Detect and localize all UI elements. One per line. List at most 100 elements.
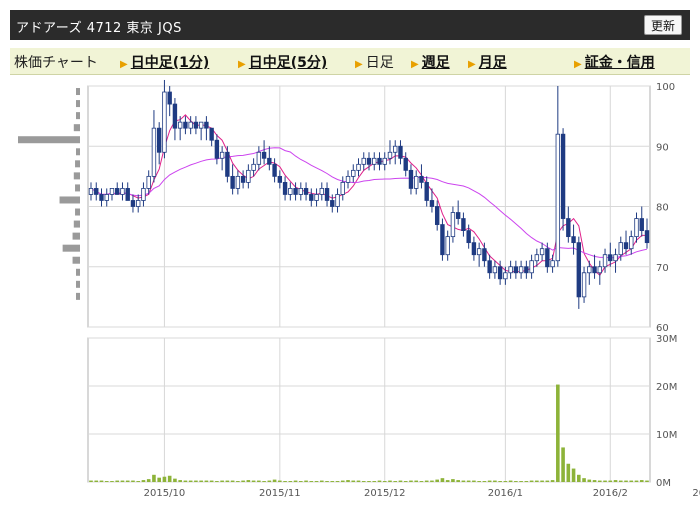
- volume-bar: [346, 480, 350, 482]
- volume-tick-label: 20M: [656, 382, 677, 393]
- volume-tick-label: 10M: [656, 430, 677, 441]
- volume-profile-bar: [76, 112, 80, 120]
- volume-bar: [377, 480, 382, 482]
- volume-tick-label: 0M: [656, 478, 671, 489]
- volume-bar: [110, 481, 114, 482]
- volume-bar: [304, 480, 308, 482]
- candle-body: [356, 163, 361, 171]
- candle-body: [319, 188, 324, 195]
- candle-body: [340, 181, 345, 195]
- nav-weekly[interactable]: ▶ 週足: [411, 52, 450, 72]
- candle-body: [282, 181, 288, 195]
- refresh-button[interactable]: 更新: [643, 15, 682, 35]
- volume-bar: [209, 480, 214, 482]
- candle-body: [529, 260, 534, 274]
- candle-body: [429, 200, 435, 207]
- volume-profile: [18, 88, 80, 300]
- volume-profile-bar: [18, 136, 80, 144]
- volume-bar: [241, 480, 245, 482]
- candle-body: [482, 248, 487, 262]
- chart-section-label: 株価チャート: [14, 55, 98, 71]
- candle-body: [146, 175, 151, 189]
- volume-profile-bar: [75, 208, 80, 216]
- volume-profile-bar: [75, 184, 80, 192]
- volume-bar: [204, 480, 209, 482]
- candle-body: [261, 151, 267, 159]
- volume-axis-labels: 30M 20M 10M 0M: [656, 334, 677, 489]
- volume-bar: [188, 480, 193, 482]
- candle-body: [398, 145, 403, 159]
- volume-bar: [230, 480, 235, 482]
- volume-bar: [251, 480, 256, 482]
- volume-profile-bar: [62, 244, 80, 252]
- volume-grid: [87, 337, 651, 483]
- chart-nav-bar: 株価チャート ▶ 日中足(1分) ▶ 日中足(5分) ▶ 日足 ▶ 週足 ▶ 月足 ▶ 証金…: [10, 48, 690, 75]
- nav-intraday-1min[interactable]: ▶ 日中足(1分): [120, 52, 209, 72]
- volume-bar: [278, 480, 282, 482]
- candle-body: [345, 175, 351, 183]
- nav-margin-credit[interactable]: ▶ 証金・信用: [574, 52, 655, 72]
- candle-body: [156, 127, 162, 153]
- volume-bar: [556, 384, 560, 482]
- volume-bar: [120, 480, 125, 482]
- candle-body: [172, 103, 178, 129]
- candle-body: [94, 188, 99, 195]
- volume-bar: [445, 480, 450, 482]
- volume-bar: [272, 479, 277, 482]
- volume-bar: [618, 480, 623, 482]
- candle-body: [508, 266, 513, 274]
- volume-bar: [545, 480, 550, 482]
- candle-body: [487, 260, 492, 274]
- candle-body: [524, 266, 529, 274]
- price-tick-label: 70: [656, 263, 669, 274]
- candle-body: [214, 139, 220, 159]
- volume-bar: [178, 480, 182, 482]
- volume-profile-bar: [76, 88, 80, 96]
- candle-body: [162, 91, 167, 153]
- volume-bar: [582, 478, 586, 482]
- volume-bar: [162, 476, 167, 482]
- arrow-right-icon: ▶: [411, 59, 419, 70]
- arrow-right-icon: ▶: [574, 59, 582, 70]
- nav-monthly[interactable]: ▶ 月足: [468, 52, 507, 72]
- volume-bar: [94, 480, 99, 482]
- volume-bar: [398, 480, 403, 482]
- candle-body: [539, 248, 545, 256]
- volume-bar: [356, 480, 361, 482]
- volume-bar: [283, 481, 287, 482]
- volume-profile-bar: [59, 196, 80, 204]
- candle-body: [434, 206, 440, 225]
- volume-bar: [472, 480, 476, 482]
- candle-body: [576, 242, 582, 298]
- candle-body: [272, 163, 277, 177]
- arrow-right-icon: ▶: [238, 59, 246, 70]
- nav-intraday-5min[interactable]: ▶ 日中足(5分): [238, 52, 327, 72]
- price-tick-label: 100: [656, 82, 675, 93]
- volume-bar: [257, 480, 261, 482]
- volume-bar: [529, 480, 534, 482]
- volume-bar: [608, 480, 613, 482]
- volume-bar: [503, 481, 508, 482]
- date-tick-label: 2016/1: [488, 488, 523, 499]
- volume-profile-bar: [73, 124, 80, 132]
- candle-body: [230, 175, 235, 189]
- volume-bar: [361, 481, 366, 482]
- volume-bar: [424, 480, 429, 482]
- volume-bar: [319, 480, 324, 482]
- volume-bar: [167, 475, 172, 482]
- volume-bar: [487, 480, 492, 482]
- date-tick-label: 2015/11: [259, 488, 301, 499]
- header-bar: アドアーズ 4712 東京 JQS 更新: [10, 10, 690, 40]
- volume-bar: [115, 480, 120, 482]
- volume-bar: [152, 474, 156, 482]
- candle-body: [414, 175, 419, 189]
- volume-bar: [372, 481, 377, 482]
- candle-body: [455, 212, 461, 219]
- candle-body: [608, 254, 613, 262]
- volume-bar: [314, 481, 319, 482]
- volume-bar: [524, 481, 529, 482]
- candle-body: [387, 151, 393, 159]
- volume-bar: [435, 479, 439, 482]
- date-axis-labels: 2015/10 2015/11 2015/12 2016/1 2016/2 2016/3: [144, 488, 700, 499]
- candle-body: [587, 266, 592, 274]
